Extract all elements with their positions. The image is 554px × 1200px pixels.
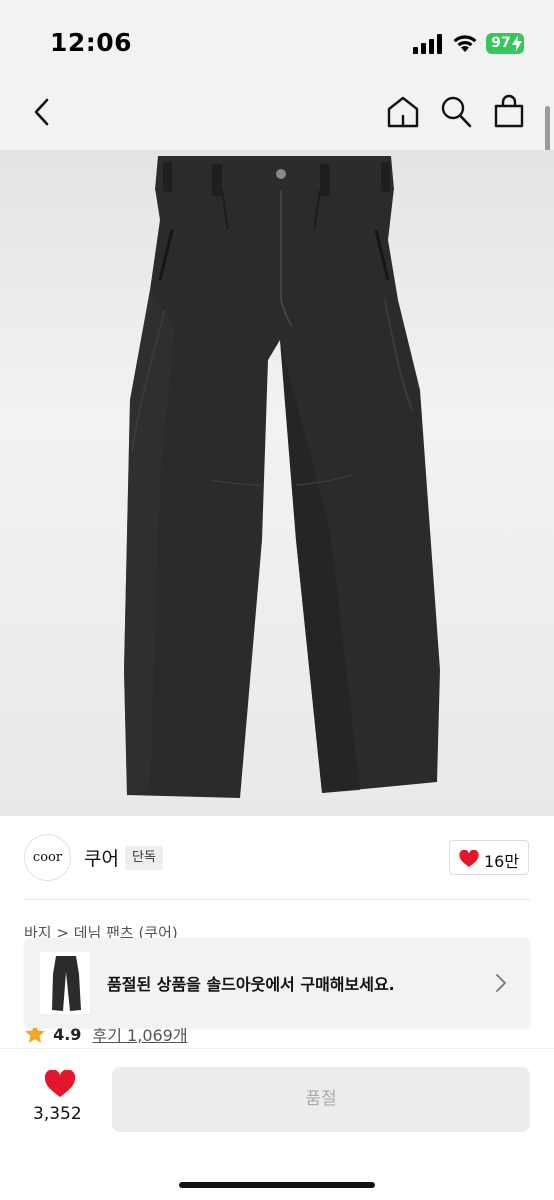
chevron-right-icon (496, 974, 506, 992)
divider (24, 899, 530, 900)
favorite-heart-icon[interactable] (44, 1070, 76, 1098)
home-indicator[interactable] (179, 1182, 375, 1188)
brand-like-button[interactable]: 16만 (449, 840, 529, 875)
home-icon[interactable] (386, 95, 420, 129)
nav-bar (0, 80, 554, 150)
heart-icon (459, 850, 479, 867)
brand-name[interactable]: 쿠어 (84, 844, 119, 871)
exclusive-badge: 단독 (125, 846, 163, 870)
status-bar: 12:06 97 (0, 0, 554, 80)
status-time: 12:06 (50, 28, 133, 57)
favorite-count: 3,352 (33, 1104, 82, 1124)
brand-logo[interactable]: coor (24, 834, 71, 881)
search-icon[interactable] (440, 95, 472, 129)
shopping-bag-icon[interactable] (494, 94, 524, 128)
product-image[interactable] (0, 150, 554, 816)
banner-text: 품절된 상품을 솔드아웃에서 구매해보세요. (107, 975, 395, 994)
cellular-signal-icon (413, 34, 442, 54)
pants-thumbnail-icon (52, 956, 81, 1011)
brand-row: coor 쿠어 단독 16만 (0, 816, 554, 900)
brand-like-count: 16만 (484, 852, 520, 871)
bottom-bar-separator (0, 1048, 554, 1049)
soldout-button[interactable]: 품절 (112, 1067, 530, 1132)
banner-thumbnail (40, 952, 90, 1014)
battery-icon: 97 (486, 33, 524, 54)
charging-bolt-icon (512, 35, 522, 52)
back-icon[interactable] (30, 97, 54, 127)
pants-photo (124, 156, 440, 798)
soldout-banner[interactable]: 품절된 상품을 솔드아웃에서 구매해보세요. (24, 938, 530, 1028)
wifi-icon (453, 35, 477, 52)
